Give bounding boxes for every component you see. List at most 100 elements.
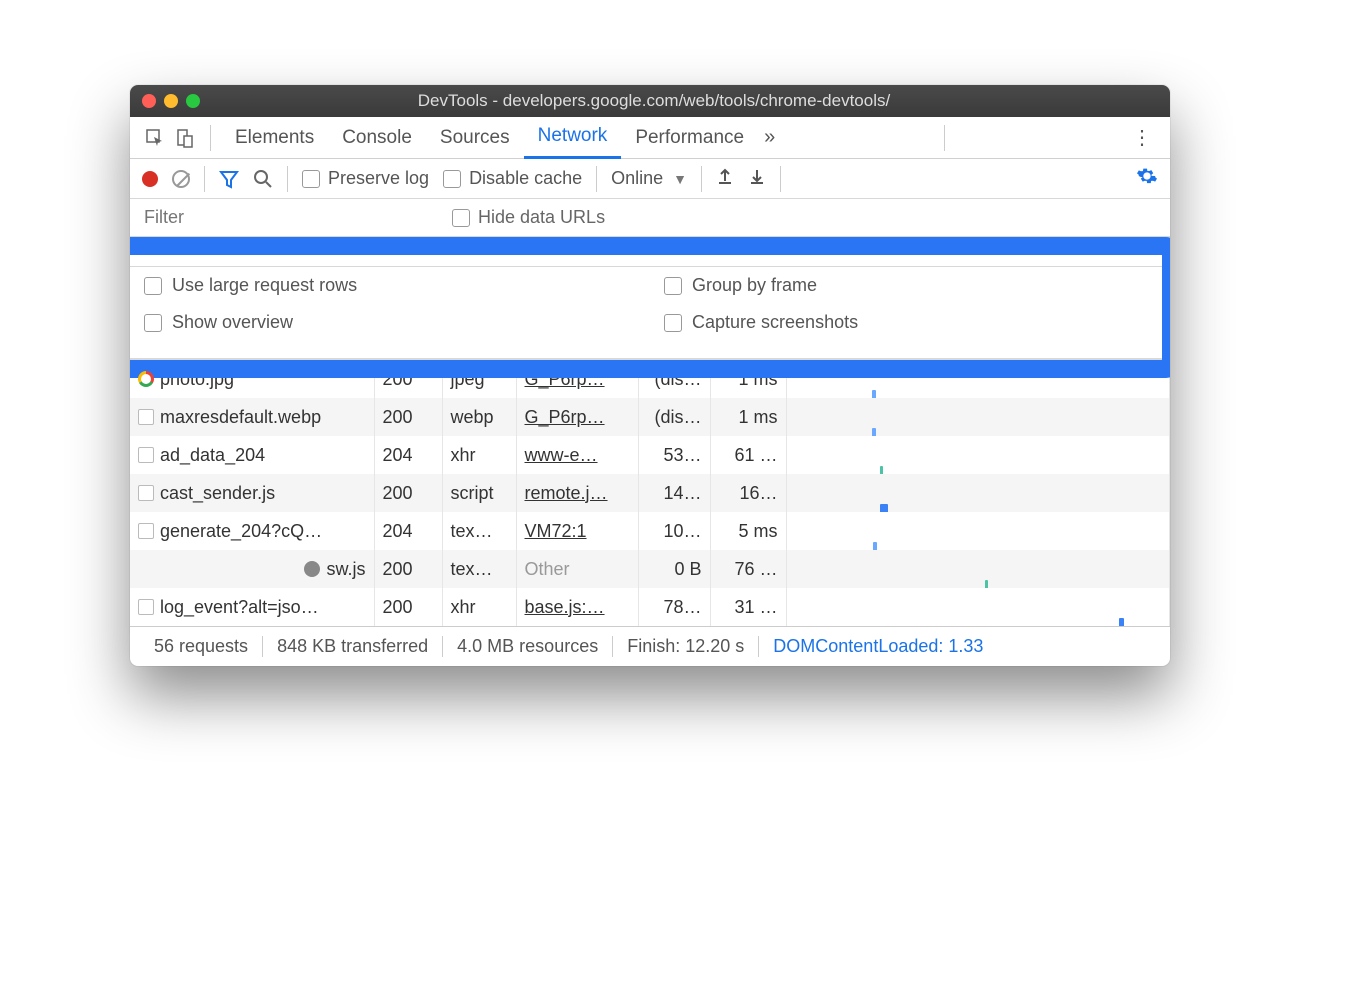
cell-size: 78… [638, 588, 710, 626]
cell-initiator[interactable]: www-e… [516, 436, 638, 474]
tab-elements[interactable]: Elements [221, 117, 328, 159]
cell-status: 204 [374, 512, 442, 550]
cell-initiator[interactable]: G_P6rp… [516, 398, 638, 436]
cell-status: 200 [374, 588, 442, 626]
cell-type: xhr [442, 436, 516, 474]
cell-initiator[interactable]: Other [516, 550, 638, 588]
preserve-log-label: Preserve log [328, 168, 429, 189]
request-name: cast_sender.js [160, 483, 275, 504]
cell-type: webp [442, 398, 516, 436]
download-har-icon[interactable] [748, 167, 766, 190]
disable-cache-checkbox[interactable]: Disable cache [443, 168, 582, 189]
file-type-icon [138, 485, 154, 501]
cell-size: 14… [638, 474, 710, 512]
table-row[interactable]: photo.jpg 200jpegG_P6rp…(dis…1 ms [130, 360, 1170, 398]
table-row[interactable]: cast_sender.js 200scriptremote.j…14…16… [130, 474, 1170, 512]
cell-waterfall [786, 512, 1170, 550]
record-icon[interactable] [142, 171, 158, 187]
summary-requests: 56 requests [140, 636, 263, 657]
tab-performance[interactable]: Performance [621, 117, 758, 159]
file-type-icon [138, 371, 154, 387]
cell-type: tex… [442, 550, 516, 588]
large-rows-label: Use large request rows [172, 275, 357, 296]
inspect-icon[interactable] [140, 123, 170, 153]
file-type-icon [304, 561, 320, 577]
cell-type: tex… [442, 512, 516, 550]
cell-status: 200 [374, 550, 442, 588]
tab-sources[interactable]: Sources [426, 117, 524, 159]
cell-size: 10… [638, 512, 710, 550]
cell-type: jpeg [442, 360, 516, 398]
summary-bar: 56 requests 848 KB transferred 4.0 MB re… [130, 626, 1170, 666]
cell-waterfall [786, 398, 1170, 436]
file-type-icon [138, 599, 154, 615]
cell-initiator[interactable]: VM72:1 [516, 512, 638, 550]
search-icon[interactable] [253, 169, 273, 189]
tab-console[interactable]: Console [328, 117, 426, 159]
kebab-menu-icon[interactable]: ⋮ [1124, 125, 1160, 150]
tab-network[interactable]: Network [524, 117, 622, 159]
show-overview-label: Show overview [172, 312, 293, 333]
filter-input[interactable] [142, 206, 422, 229]
network-settings-pane: Use large request rows Group by frame Sh… [130, 237, 1170, 360]
cell-type: xhr [442, 588, 516, 626]
file-type-icon [138, 447, 154, 463]
requests-table: photo.jpg200jpegG_P6rp…(dis…1 msmaxresde… [130, 360, 1170, 626]
file-type-icon [138, 409, 154, 425]
table-row[interactable]: ad_data_204204xhrwww-e…53…61 … [130, 436, 1170, 474]
panel-tabs: Elements Console Sources Network Perform… [130, 117, 1170, 159]
cell-waterfall [786, 436, 1170, 474]
file-type-icon [138, 523, 154, 539]
cell-waterfall [786, 360, 1170, 398]
summary-transferred: 848 KB transferred [263, 636, 443, 657]
request-name: log_event?alt=jso… [160, 597, 319, 618]
cell-time: 1 ms [710, 360, 786, 398]
preserve-log-checkbox[interactable]: Preserve log [302, 168, 429, 189]
settings-gear-icon[interactable] [1136, 165, 1158, 192]
cell-initiator[interactable]: base.js:… [516, 588, 638, 626]
cell-status: 200 [374, 398, 442, 436]
capture-screenshots-checkbox[interactable]: Capture screenshots [650, 304, 1170, 341]
upload-har-icon[interactable] [716, 167, 734, 190]
cell-size: (dis… [638, 360, 710, 398]
cell-time: 16… [710, 474, 786, 512]
throttling-value: Online [611, 168, 663, 189]
throttling-select[interactable]: Online ▼ [611, 168, 687, 189]
device-toggle-icon[interactable] [170, 123, 200, 153]
cell-time: 76 … [710, 550, 786, 588]
summary-dcl: DOMContentLoaded: 1.33 [759, 636, 997, 657]
request-name: ad_data_204 [160, 445, 265, 466]
large-rows-checkbox[interactable]: Use large request rows [130, 267, 650, 304]
filter-toggle-icon[interactable] [219, 169, 239, 189]
clear-icon[interactable] [172, 170, 190, 188]
request-name: sw.js [326, 559, 365, 580]
cell-time: 31 … [710, 588, 786, 626]
summary-finish: Finish: 12.20 s [613, 636, 759, 657]
cell-status: 200 [374, 474, 442, 512]
tabs-overflow-icon[interactable]: » [764, 126, 775, 149]
cell-initiator[interactable]: remote.j… [516, 474, 638, 512]
request-name: generate_204?cQ… [160, 521, 322, 542]
group-by-frame-checkbox[interactable]: Group by frame [650, 267, 1170, 304]
titlebar: DevTools - developers.google.com/web/too… [130, 85, 1170, 117]
window-title: DevTools - developers.google.com/web/too… [150, 91, 1158, 111]
cell-status: 200 [374, 360, 442, 398]
cell-waterfall [786, 474, 1170, 512]
hide-data-urls-checkbox[interactable]: Hide data URLs [452, 207, 605, 228]
table-row[interactable]: maxresdefault.webp200webpG_P6rp…(dis…1 m… [130, 398, 1170, 436]
cell-waterfall [786, 550, 1170, 588]
table-row[interactable]: log_event?alt=jso… 200xhrbase.js:…78…31 … [130, 588, 1170, 626]
chevron-down-icon: ▼ [673, 171, 687, 187]
capture-screenshots-label: Capture screenshots [692, 312, 858, 333]
cell-initiator[interactable]: G_P6rp… [516, 360, 638, 398]
show-overview-checkbox[interactable]: Show overview [130, 304, 650, 341]
cell-type: script [442, 474, 516, 512]
summary-resources: 4.0 MB resources [443, 636, 613, 657]
devtools-window: DevTools - developers.google.com/web/too… [130, 85, 1170, 666]
table-row[interactable]: sw.js200tex…Other0 B76 … [130, 550, 1170, 588]
request-name: photo.jpg [160, 369, 234, 390]
group-by-frame-label: Group by frame [692, 275, 817, 296]
cell-time: 5 ms [710, 512, 786, 550]
cell-status: 204 [374, 436, 442, 474]
table-row[interactable]: generate_204?cQ… 204tex…VM72:110…5 ms [130, 512, 1170, 550]
